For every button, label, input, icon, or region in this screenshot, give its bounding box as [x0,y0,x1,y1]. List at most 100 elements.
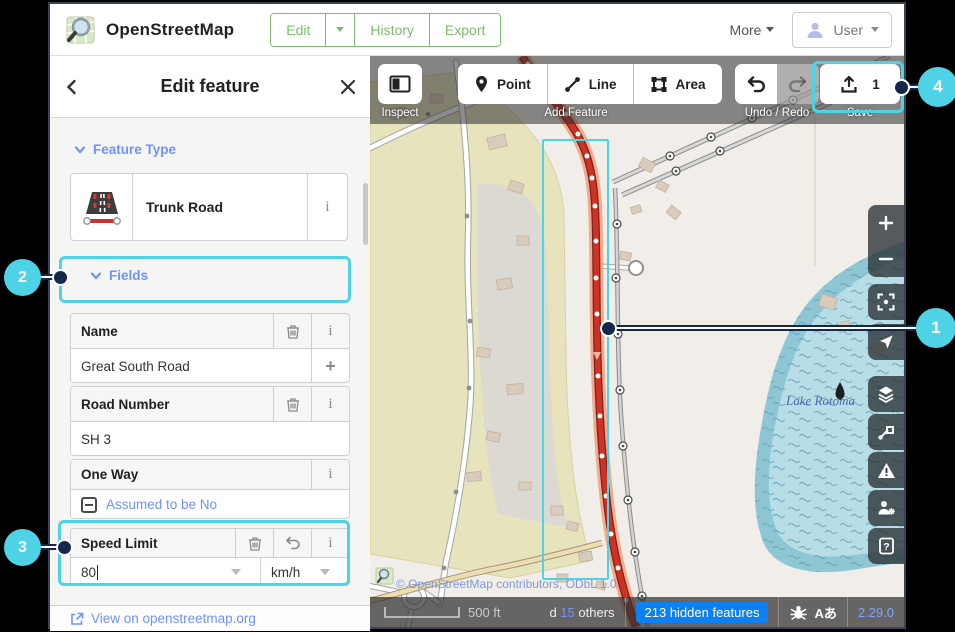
callout-dot-3 [58,541,71,554]
hidden-features-button[interactable]: 213 hidden features [636,602,769,623]
avatar-icon [805,20,825,40]
field-road-number-label: Road Number [71,387,273,421]
save-button[interactable]: 1 [820,64,900,104]
zoom-out-button[interactable] [868,241,904,277]
field-name-input[interactable]: Great South Road [71,349,311,383]
nav-right: More User [730,12,892,48]
minus-icon [878,251,894,267]
feature-type-section-toggle[interactable]: Feature Type [74,142,176,157]
map-render: Lake Rotoma [370,56,904,627]
upload-icon [840,75,858,94]
one-way-checkbox-indeterminate[interactable] [81,497,97,513]
chevron-down-icon [90,270,102,282]
map-canvas[interactable]: Lake Rotoma © OpenStreetMap contributors… [370,56,904,627]
info-icon: i [325,199,329,216]
point-label: Point [497,77,531,92]
zoom-to-selection-icon [877,293,895,311]
preferences-button[interactable] [868,490,904,526]
divider [625,597,626,627]
info-icon: i [328,535,332,552]
field-road-number-remove-button[interactable] [273,387,311,421]
zoom-in-button[interactable] [868,205,904,241]
version-label[interactable]: 2.29.0 [858,605,894,620]
bug-report-icon[interactable] [789,604,808,620]
feature-type-card[interactable]: Trunk Road i [70,173,348,241]
field-one-way-info-button[interactable]: i [311,460,349,489]
field-road-number: Road Number i SH 3 [70,386,350,456]
field-name-add-language-button[interactable]: + [311,349,349,383]
field-speed-limit-label: Speed Limit [71,529,235,557]
translate-icon[interactable]: Aあ [814,603,836,622]
browser-window: OpenStreetMap Edit History Export More [48,2,906,629]
save-label: Save [817,107,903,119]
issues-button[interactable] [868,452,904,488]
map-data-button[interactable] [868,414,904,450]
add-area-button[interactable]: Area [634,64,722,104]
warning-icon [877,462,896,479]
close-button[interactable] [326,65,370,109]
add-point-button[interactable]: Point [458,64,548,104]
callout-dot-1 [602,322,615,335]
history-button[interactable]: History [355,14,430,46]
edit-dropdown-button[interactable] [326,14,355,46]
area-icon [650,76,668,93]
location-arrow-icon [878,334,894,350]
field-speed-limit-remove-button[interactable] [235,529,273,557]
export-button[interactable]: Export [430,14,500,46]
chevron-down-icon [766,27,774,32]
edit-button[interactable]: Edit [271,14,326,46]
add-feature-label: Add Feature [458,107,694,119]
trash-icon [286,397,300,412]
inspect-button[interactable] [378,64,422,104]
undo-icon [285,536,301,550]
user-menu-button[interactable]: User [792,12,892,48]
more-menu[interactable]: More [730,22,775,38]
zoom-to-selection-button[interactable] [868,284,904,320]
speed-unit-value: km/h [271,565,300,580]
annotation-canvas: OpenStreetMap Edit History Export More [0,0,955,632]
back-button[interactable] [50,65,94,109]
undo-redo-label: Undo / Redo [730,107,824,119]
panel-body: Feature Type [50,118,370,605]
lake-label: Lake Rotoma [785,393,855,408]
trash-icon [248,536,262,551]
close-icon [339,78,357,96]
chevron-down-icon [74,144,86,156]
map-attribution: © OpenStreetMap contributors, ODbL 1.0 [396,577,617,591]
field-one-way-label: One Way [71,460,311,489]
view-on-osm-label: View on openstreetmap.org [91,611,256,626]
help-button[interactable]: ? [868,528,904,564]
save-count: 1 [872,77,880,92]
layers-button[interactable] [868,376,904,412]
speed-unit-select[interactable]: km/h [261,558,349,586]
sidebar-scrollbar[interactable] [363,183,368,245]
field-road-number-input[interactable]: SH 3 [71,422,349,456]
point-icon [474,75,489,93]
undo-button[interactable] [735,64,777,104]
undo-icon [746,76,766,93]
feature-type-label: Feature Type [93,142,176,157]
field-name-remove-button[interactable] [273,314,311,348]
field-one-way-value[interactable]: Assumed to be No [71,490,349,519]
redo-icon [788,76,808,93]
field-name-label: Name [71,314,273,348]
field-road-number-info-button[interactable]: i [311,387,349,421]
callout-badge-1: 1 [916,308,955,348]
callout-badge-3: 3 [4,529,41,566]
feature-type-info-button[interactable]: i [307,174,347,240]
speed-limit-input[interactable]: 80 [71,558,261,586]
map-vertex-node[interactable] [629,261,643,275]
view-on-osm-link[interactable]: View on openstreetmap.org [70,611,256,626]
info-icon: i [328,466,332,483]
map-data-icon [877,423,895,441]
feature-type-name: Trunk Road [133,174,307,240]
field-speed-limit-info-button[interactable]: i [311,529,349,557]
redo-button[interactable] [777,64,819,104]
fields-section-toggle[interactable]: Fields [90,268,148,283]
add-line-button[interactable]: Line [548,64,634,104]
field-speed-limit-undo-button[interactable] [273,529,311,557]
one-way-state-label: Assumed to be No [106,497,217,512]
text-cursor [97,565,98,580]
edit-feature-panel: Edit feature Feature Type [50,56,370,627]
field-name-info-button[interactable]: i [311,314,349,348]
